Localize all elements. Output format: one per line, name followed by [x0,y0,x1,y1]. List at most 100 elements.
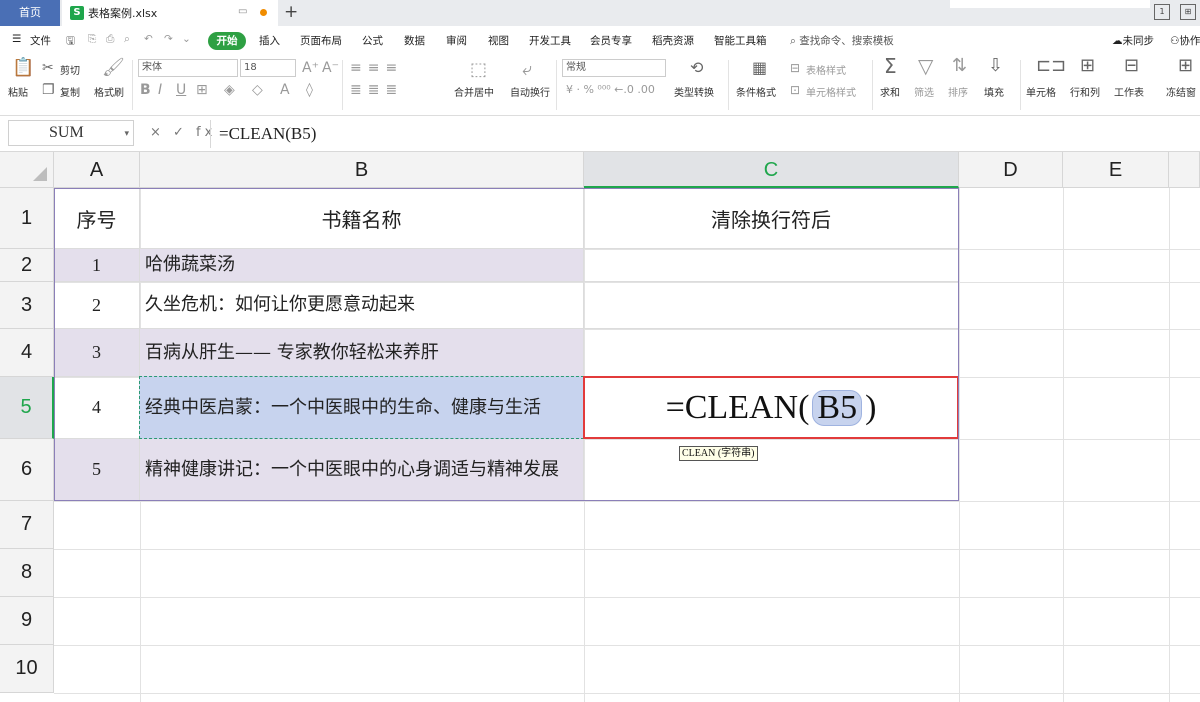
paste-button[interactable]: 粘贴 [8,84,28,99]
cell-b3[interactable]: 久坐危机：如何让你更愿意动起来 [140,282,584,329]
hamburger-icon[interactable]: ☰ [12,33,21,45]
command-search[interactable]: ⌕ 查找命令、搜索模板 [790,33,894,48]
monitor-icon[interactable]: ▭ [238,6,247,17]
redo-icon[interactable]: ↷ [164,33,173,45]
cell-a6[interactable]: 5 [54,439,140,501]
fill-button[interactable]: 填充 [984,84,1004,99]
cell-b4[interactable]: 百病从肝生—— 专家教你轻松来养肝 [140,329,584,377]
select-all-corner[interactable] [0,152,54,188]
column-header-a[interactable]: A [54,152,140,188]
row-header-3[interactable]: 3 [0,282,54,329]
row-header-7[interactable]: 7 [0,501,54,549]
name-box[interactable]: SUM ▾ [8,120,134,146]
cell-a4[interactable]: 3 [54,329,140,377]
column-header-d[interactable]: D [959,152,1063,188]
column-header-b[interactable]: B [140,152,584,188]
row-header-6[interactable]: 6 [0,439,54,501]
merge-icon[interactable]: ⬚ [470,61,487,79]
sum-button[interactable]: 求和 [880,84,900,99]
quick-access-dropdown-icon[interactable]: ⌄ [182,33,191,45]
sort-button[interactable]: 排序 [948,84,968,99]
column-header-e[interactable]: E [1063,152,1169,188]
highlight-icon[interactable]: ◇ [252,82,263,98]
conditional-format-button[interactable]: 条件格式 [736,84,776,99]
export-pdf-icon[interactable]: ⎘ [88,33,96,46]
wrap-text-button[interactable]: 自动换行 [510,84,550,99]
row-header-10[interactable]: 10 [0,645,54,693]
freeze-icon[interactable]: ⊞ [1178,57,1193,75]
copy-icon[interactable]: ❐ [42,82,55,98]
cell-a2[interactable]: 1 [54,249,140,282]
row-header-9[interactable]: 9 [0,597,54,645]
row-col-icon[interactable]: ⊞ [1080,57,1095,75]
table-style-icon[interactable]: ⊟ [790,60,800,76]
menu-view[interactable]: 视图 [488,33,509,48]
cell-b2[interactable]: 哈佛蔬菜汤 [140,249,584,282]
cell-b6[interactable]: 精神健康讲记：一个中医眼中的心身调适与精神发展 [140,439,584,501]
font-color-icon[interactable]: A [280,82,290,98]
increase-font-icon[interactable]: A⁺ [302,60,319,76]
menu-data[interactable]: 数据 [404,33,425,48]
menu-formulas[interactable]: 公式 [362,33,383,48]
type-convert-button[interactable]: 类型转换 [674,84,714,99]
column-header-f[interactable] [1169,152,1200,188]
collab-button[interactable]: ⚇协作 [1170,33,1200,48]
layout-window-button[interactable]: 1 [1154,4,1170,20]
fill-icon[interactable]: ⇩ [988,57,1003,75]
number-format-select[interactable]: 常规 [562,59,666,77]
cell-a3[interactable]: 2 [54,282,140,329]
formula-input[interactable]: =CLEAN(B5) [210,120,1200,148]
menu-developer[interactable]: 开发工具 [529,33,571,48]
file-tab[interactable]: S 表格案例.xlsx ▭ [62,0,278,26]
row-header-5[interactable]: 5 [0,377,54,439]
wrap-text-icon[interactable]: ⤶ [522,61,532,79]
cell-a1[interactable]: 序号 [54,188,140,249]
cell-c1[interactable]: 清除换行符后 [584,188,959,249]
print-preview-icon[interactable]: ⌕ [124,33,130,46]
cell-style-button[interactable]: 单元格样式 [806,84,856,99]
filter-icon[interactable]: ▽ [918,56,933,76]
add-tab-button[interactable]: + [284,2,298,22]
copy-button[interactable]: 复制 [60,84,80,99]
type-convert-icon[interactable]: ⟲ [690,60,703,76]
cell-c5-editor[interactable]: =CLEAN(B5) [583,376,959,439]
menu-insert[interactable]: 插入 [259,33,280,48]
cell-c4[interactable] [584,329,959,377]
decrease-font-icon[interactable]: A⁻ [322,60,339,76]
freeze-button[interactable]: 冻结窗 [1166,84,1196,99]
sum-icon[interactable]: Σ [884,56,897,76]
worksheet-button[interactable]: 工作表 [1114,84,1144,99]
currency-icon[interactable]: ¥ · % ⁰⁰⁰ ←.0 .00 [566,82,655,98]
undo-icon[interactable]: ↶ [144,33,153,45]
menu-smart-tools[interactable]: 智能工具箱 [714,33,767,48]
cell-c3[interactable] [584,282,959,329]
cell-style-icon[interactable]: ⊡ [790,82,800,98]
cell-c2[interactable] [584,249,959,282]
paste-icon[interactable]: 📋 [12,59,34,77]
italic-icon[interactable]: I [158,82,162,98]
row-col-button[interactable]: 行和列 [1070,84,1100,99]
cell-b1[interactable]: 书籍名称 [140,188,584,249]
home-tab[interactable]: 首页 [0,0,60,26]
row-header-4[interactable]: 4 [0,329,54,377]
cell-a5[interactable]: 4 [54,377,140,439]
formula-bar-icons[interactable]: × ✓ fx [150,125,216,140]
font-name-select[interactable]: 宋体 [138,59,238,77]
menu-page-layout[interactable]: 页面布局 [300,33,342,48]
row-header-1[interactable]: 1 [0,188,54,249]
worksheet-icon[interactable]: ⊟ [1124,57,1139,75]
format-painter-icon[interactable]: 🖌 [102,59,125,77]
column-header-c[interactable]: C [584,152,959,188]
row-header-2[interactable]: 2 [0,249,54,282]
menu-file[interactable]: 文件 [30,33,51,48]
grid-window-button[interactable]: ⊞ [1180,4,1196,20]
sort-icon[interactable]: ⇅ [952,57,967,75]
menu-review[interactable]: 审阅 [446,33,467,48]
cell-c6[interactable] [584,439,959,501]
menu-start[interactable]: 开始 [208,32,246,50]
format-painter-button[interactable]: 格式刷 [94,84,124,99]
border-icon[interactable]: ⊞ [196,82,208,98]
cell-button[interactable]: 单元格 [1026,84,1056,99]
scissors-icon[interactable]: ✂ [42,60,54,76]
filter-button[interactable]: 筛选 [914,84,934,99]
